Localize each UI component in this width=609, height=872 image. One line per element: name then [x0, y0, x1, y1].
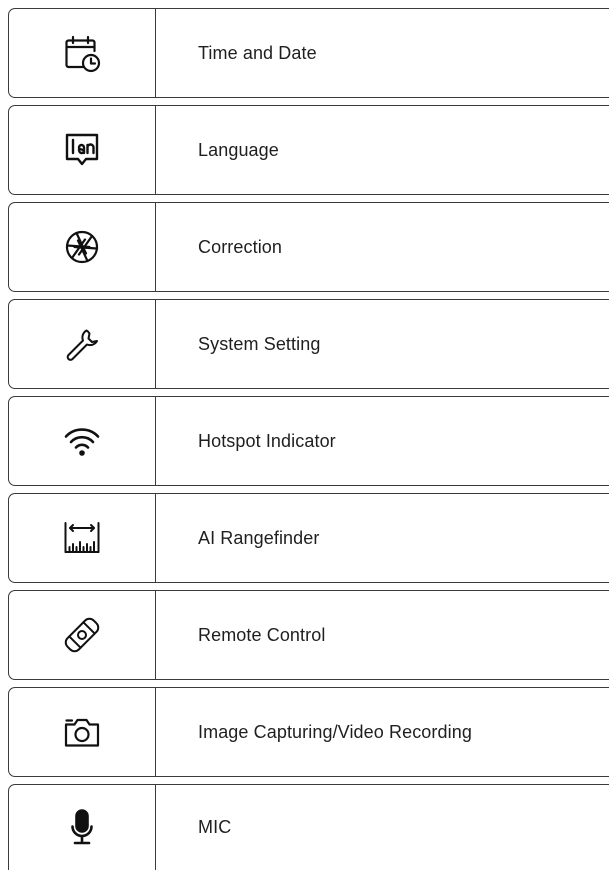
menu-item-image-capturing-video-recording[interactable]: Image Capturing/Video Recording [8, 687, 609, 777]
menu-item-label: Language [198, 139, 279, 160]
menu-item-label: MIC [198, 817, 232, 837]
menu-item-label: AI Rangefinder [198, 527, 320, 548]
menu-item-icon-cell [9, 591, 156, 679]
menu-item-icon-cell [9, 203, 156, 291]
menu-item-icon-cell [9, 688, 156, 776]
menu-item-remote-control[interactable]: Remote Control [8, 590, 609, 680]
settings-menu-list: Time and Date Language Correction System… [8, 8, 609, 870]
menu-item-icon-cell [9, 9, 156, 97]
rangefinder-ruler-icon [64, 522, 100, 553]
wifi-hotspot-icon [64, 428, 100, 456]
language-lan-icon [65, 133, 99, 166]
menu-item-label: Time and Date [198, 42, 317, 63]
menu-item-icon-cell [9, 494, 156, 582]
camera-icon [64, 718, 100, 747]
calendar-clock-icon [65, 35, 101, 73]
menu-item-icon-cell [9, 300, 156, 388]
menu-item-label: Correction [198, 236, 283, 257]
menu-item-mic[interactable]: MIC [8, 784, 609, 870]
menu-item-ai-rangefinder[interactable]: AI Rangefinder [8, 493, 609, 583]
menu-item-icon-cell [9, 785, 156, 870]
aperture-icon [65, 230, 99, 264]
microphone-icon [71, 808, 93, 844]
menu-item-icon-cell [9, 106, 156, 194]
menu-item-label: System Setting [198, 333, 321, 354]
menu-item-hotspot-indicator[interactable]: Hotspot Indicator [8, 396, 609, 486]
menu-item-language[interactable]: Language [8, 105, 609, 195]
menu-item-label: Hotspot Indicator [198, 430, 336, 451]
menu-item-system-setting[interactable]: System Setting [8, 299, 609, 389]
remote-control-icon [64, 617, 100, 653]
menu-item-time-and-date[interactable]: Time and Date [8, 8, 609, 98]
menu-item-icon-cell [9, 397, 156, 485]
wrench-icon [66, 329, 98, 361]
menu-item-label: Image Capturing/Video Recording [198, 721, 472, 742]
menu-item-label: Remote Control [198, 624, 326, 645]
menu-item-correction[interactable]: Correction [8, 202, 609, 292]
